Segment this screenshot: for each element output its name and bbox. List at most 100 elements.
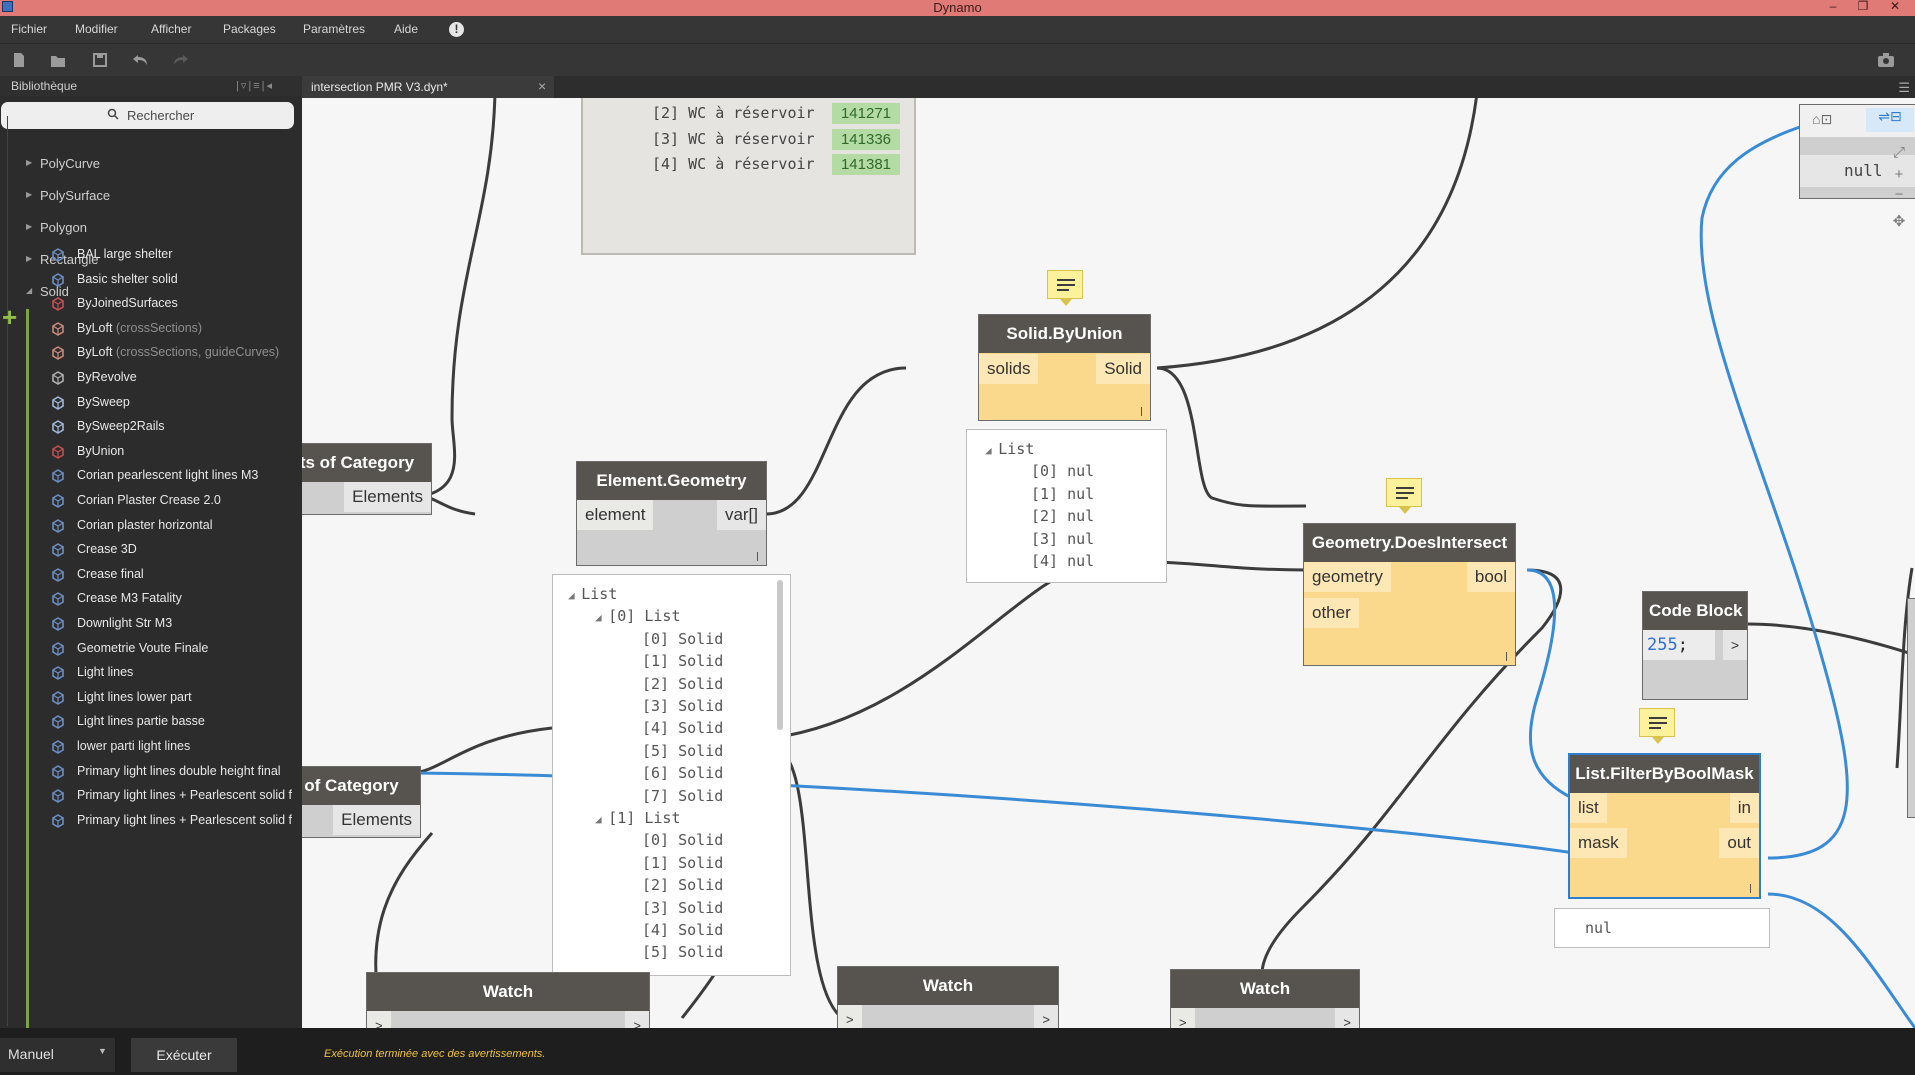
undo-icon[interactable]: [130, 50, 150, 70]
save-icon[interactable]: [90, 50, 110, 70]
preview-list-root[interactable]: ◢ List: [985, 440, 1034, 458]
pan-icon[interactable]: ✥: [1890, 212, 1908, 230]
library-item[interactable]: Crease final: [48, 563, 300, 587]
close-window-icon[interactable]: ✕: [1880, 0, 1910, 16]
zoom-fit-icon[interactable]: ⤢: [1890, 144, 1908, 161]
menu-modifier[interactable]: Modifier: [75, 22, 118, 36]
notification-icon[interactable]: !: [449, 22, 464, 37]
node-all-elements-of-category-2[interactable]: of Category Elements: [302, 766, 421, 838]
library-item[interactable]: Basic shelter solid: [48, 268, 300, 292]
redo-icon[interactable]: [171, 50, 191, 70]
preview-list-node[interactable]: ◢ List: [568, 585, 617, 603]
library-item[interactable]: ByJoinedSurfaces: [48, 292, 300, 316]
library-item[interactable]: ByLoft (crossSections, guideCurves): [48, 341, 300, 365]
library-item[interactable]: Crease 3D: [48, 538, 300, 562]
input-port-watch[interactable]: >: [838, 1005, 862, 1028]
tab-intersection-file[interactable]: intersection PMR V3.dyn* ×: [302, 76, 554, 98]
library-item[interactable]: Corian pearlescent light lines M3: [48, 464, 300, 488]
run-mode-dropdown[interactable]: Manuel ▼: [0, 1038, 115, 1072]
library-item[interactable]: lower parti light lines: [48, 735, 300, 759]
preview-element-geometry[interactable]: ◢ List ◢ [0] List [0] Solid [1] Solid [2] So…: [552, 574, 791, 976]
category-polygon[interactable]: ▶ Polygon: [26, 220, 87, 235]
preview-scrollbar[interactable]: [777, 580, 783, 730]
menu-afficher[interactable]: Afficher: [151, 22, 191, 36]
library-item[interactable]: Light lines lower part: [48, 686, 300, 710]
input-port-watch[interactable]: >: [1171, 1008, 1195, 1028]
output-port-bool[interactable]: bool: [1466, 562, 1515, 592]
menu-fichier[interactable]: Fichier: [11, 22, 47, 36]
input-port-geometry[interactable]: geometry: [1304, 562, 1391, 592]
node-watch-3[interactable]: Watch > >: [1170, 969, 1360, 1028]
resize-grip[interactable]: [1141, 407, 1142, 416]
resize-grip[interactable]: [1506, 652, 1507, 661]
output-port-solid[interactable]: Solid: [1096, 354, 1150, 384]
tab-menu-icon[interactable]: ☰: [1898, 80, 1910, 96]
node-geometry-doesintersect[interactable]: Geometry.DoesIntersect geometry other bo…: [1303, 523, 1516, 666]
minimize-icon[interactable]: –: [1818, 0, 1848, 16]
output-port-elements[interactable]: Elements: [344, 482, 431, 512]
output-port-out[interactable]: out: [1719, 828, 1759, 858]
library-item[interactable]: Crease M3 Fatality: [48, 587, 300, 611]
collapse-arrow-icon[interactable]: ◢: [568, 589, 581, 602]
resize-grip[interactable]: [1750, 884, 1751, 893]
library-item[interactable]: Corian plaster horizontal: [48, 514, 300, 538]
output-port-elements[interactable]: Elements: [333, 805, 420, 835]
collapse-arrow-icon[interactable]: ◢: [595, 813, 608, 826]
input-port-solids[interactable]: solids: [979, 354, 1039, 384]
node-code-block[interactable]: Code Block 255; >: [1642, 591, 1748, 700]
search-input[interactable]: Rechercher: [1, 102, 294, 129]
preview-list-node[interactable]: ◢ [1] List: [595, 809, 681, 827]
library-layout-icons[interactable]: |▿|≡|◂: [236, 79, 274, 92]
library-item[interactable]: Primary light lines double height final: [48, 760, 300, 784]
info-bubble-icon[interactable]: [1639, 708, 1675, 744]
input-port-list[interactable]: list: [1570, 793, 1607, 823]
zoom-in-icon[interactable]: +: [1890, 166, 1908, 183]
input-port-mask[interactable]: mask: [1570, 828, 1627, 858]
library-item[interactable]: Downlight Str M3: [48, 612, 300, 636]
geometry-preview-icon[interactable]: ⌂⊡: [1812, 111, 1832, 128]
category-polysurface[interactable]: ▶ PolySurface: [26, 188, 110, 203]
library-item[interactable]: ByRevolve: [48, 366, 300, 390]
input-port-watch[interactable]: >: [367, 1011, 391, 1028]
library-item[interactable]: Light lines: [48, 661, 300, 685]
output-port-watch[interactable]: >: [625, 1011, 649, 1028]
library-item[interactable]: ByLoft (crossSections): [48, 317, 300, 341]
code-editor[interactable]: 255;: [1643, 630, 1715, 660]
library-item[interactable]: ByUnion: [48, 440, 300, 464]
info-bubble-icon[interactable]: [1047, 270, 1083, 306]
output-port-code[interactable]: >: [1722, 630, 1747, 660]
output-port-in[interactable]: in: [1729, 793, 1759, 823]
menu-parametres[interactable]: Paramètres: [303, 22, 365, 36]
output-port-watch[interactable]: >: [1335, 1008, 1359, 1028]
graph-canvas[interactable]: [2] WC à réservoir 141271 [3] WC à réser…: [302, 98, 1915, 1028]
library-item[interactable]: Primary light lines + Pearlescent solid …: [48, 784, 300, 808]
node-list-filterbyboolmask[interactable]: List.FilterByBoolMask list mask in out: [1568, 753, 1761, 899]
node-element-geometry[interactable]: Element.Geometry element var[]: [576, 461, 767, 566]
node-all-elements-of-category-1[interactable]: ts of Category Elements: [302, 443, 432, 515]
run-button[interactable]: Exécuter: [131, 1038, 237, 1072]
library-item[interactable]: Corian Plaster Crease 2.0: [48, 489, 300, 513]
node-solid-byunion[interactable]: Solid.ByUnion solids Solid: [978, 314, 1151, 421]
input-port-other[interactable]: other: [1304, 598, 1359, 628]
library-item[interactable]: Geometrie Voute Finale: [48, 637, 300, 661]
library-item[interactable]: BySweep2Rails: [48, 415, 300, 439]
node-partial-right[interactable]: [1907, 598, 1915, 818]
collapse-arrow-icon[interactable]: ◢: [595, 611, 608, 624]
menu-aide[interactable]: Aide: [394, 22, 418, 36]
menu-packages[interactable]: Packages: [223, 22, 276, 36]
output-port-var[interactable]: var[]: [716, 500, 766, 530]
open-file-icon[interactable]: [48, 50, 68, 70]
library-item[interactable]: BySweep: [48, 391, 300, 415]
restore-icon[interactable]: ❐: [1848, 0, 1878, 16]
resize-grip[interactable]: [757, 552, 758, 561]
collapse-arrow-icon[interactable]: ◢: [985, 444, 998, 457]
library-item[interactable]: Light lines partie basse: [48, 710, 300, 734]
node-watch-1[interactable]: Watch > >: [366, 972, 650, 1028]
watch-node-wc-ids[interactable]: [2] WC à réservoir 141271 [3] WC à réser…: [581, 98, 916, 255]
camera-icon[interactable]: [1876, 50, 1896, 70]
node-watch-2[interactable]: Watch > >: [837, 966, 1059, 1028]
input-port-element[interactable]: element: [577, 500, 654, 530]
category-polycurve[interactable]: ▶ PolyCurve: [26, 156, 100, 171]
output-port-watch[interactable]: >: [1034, 1005, 1058, 1028]
library-item[interactable]: Primary light lines + Pearlescent solid …: [48, 809, 300, 833]
